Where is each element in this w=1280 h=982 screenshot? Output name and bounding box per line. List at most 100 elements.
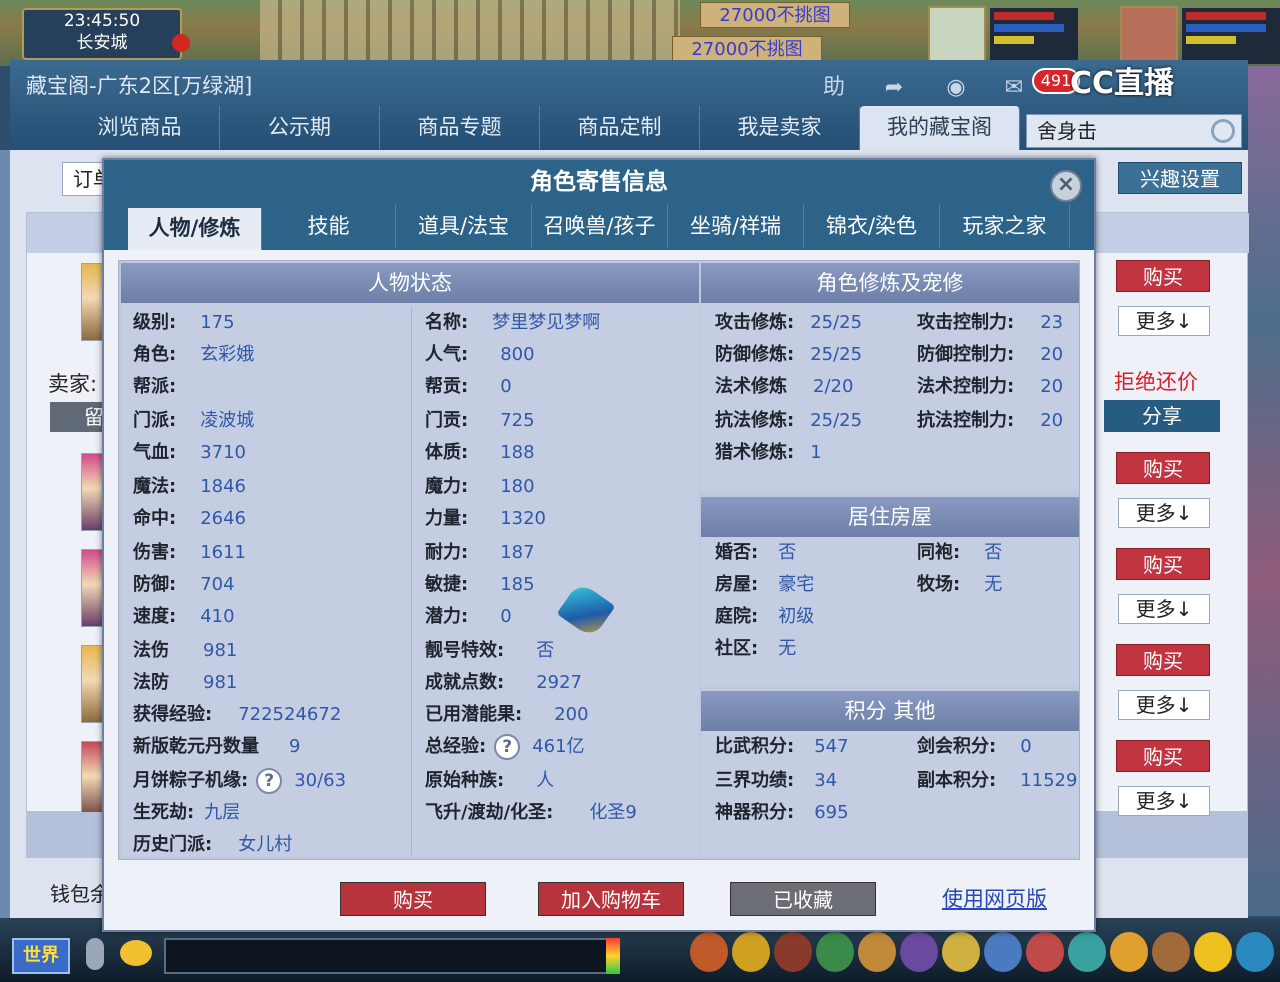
stat-value: 玄彩娥 bbox=[200, 344, 255, 365]
stat-value: 695 bbox=[814, 802, 849, 823]
world-channel-button[interactable]: 世界 bbox=[12, 938, 70, 974]
share-button[interactable]: 分享 bbox=[1104, 400, 1220, 432]
tab-summons[interactable]: 召唤兽/孩子 bbox=[532, 204, 668, 248]
game-right-background bbox=[1248, 66, 1280, 916]
system-icon[interactable] bbox=[1152, 932, 1190, 972]
skill-icon[interactable] bbox=[858, 932, 896, 972]
character-status-title: 人物状态 bbox=[121, 263, 699, 303]
chat-bubble-icon[interactable] bbox=[120, 940, 152, 966]
help-question-icon[interactable]: ? bbox=[494, 734, 521, 760]
close-icon[interactable]: × bbox=[1050, 170, 1082, 202]
microphone-icon[interactable] bbox=[86, 938, 104, 970]
nav-public-period[interactable]: 公示期 bbox=[220, 106, 380, 150]
dialog-tabs: 人物/修炼 技能 道具/法宝 召唤兽/孩子 坐骑/祥瑞 锦衣/染色 玩家之家 bbox=[104, 204, 1094, 250]
stat-row: 耐力: 187 bbox=[425, 537, 535, 569]
mail-icon[interactable] bbox=[1068, 932, 1106, 972]
message-icon[interactable]: ✉ bbox=[994, 70, 1034, 106]
column-divider bbox=[411, 307, 412, 855]
web-version-link[interactable]: 使用网页版 bbox=[942, 882, 1047, 916]
buy-button[interactable]: 购买 bbox=[1116, 548, 1210, 580]
stat-label: 庭院: bbox=[715, 606, 759, 627]
stat-row: 法伤 981 bbox=[133, 635, 237, 667]
more-button[interactable]: 更多↓ bbox=[1118, 690, 1210, 720]
tab-player-home[interactable]: 玩家之家 bbox=[940, 204, 1070, 248]
stat-value: 0 bbox=[500, 376, 512, 397]
store-title: 藏宝阁-广东2区[万绿湖] bbox=[26, 74, 253, 98]
tab-items[interactable]: 道具/法宝 bbox=[396, 204, 532, 248]
tab-character[interactable]: 人物/修炼 bbox=[128, 208, 262, 250]
sword-icon[interactable] bbox=[690, 932, 728, 972]
more-button[interactable]: 更多↓ bbox=[1118, 786, 1210, 816]
bag-icon[interactable] bbox=[732, 932, 770, 972]
share-arrow-icon[interactable]: ➦ bbox=[874, 70, 914, 106]
stat-label: 靓号特效: bbox=[425, 640, 505, 661]
add-to-cart-button[interactable]: 加入购物车 bbox=[538, 882, 684, 916]
help-button[interactable]: 助 bbox=[814, 70, 854, 106]
stat-row: 抗法控制力: 20 bbox=[917, 405, 1063, 437]
stat-value: 3710 bbox=[200, 442, 247, 463]
interest-settings-button[interactable]: 兴趣设置 bbox=[1118, 162, 1242, 194]
nav-browse[interactable]: 浏览商品 bbox=[60, 106, 220, 150]
guild-icon[interactable] bbox=[942, 932, 980, 972]
stat-row: 牧场: 无 bbox=[917, 569, 1002, 601]
stat-value: 9 bbox=[289, 736, 301, 757]
task-icon[interactable] bbox=[900, 932, 938, 972]
stat-label: 抗法控制力: bbox=[917, 410, 1015, 431]
stat-value: 175 bbox=[200, 312, 235, 333]
store-nav: 浏览商品 公示期 商品专题 商品定制 我是卖家 我的藏宝阁 bbox=[60, 106, 1020, 150]
stat-value: 547 bbox=[814, 736, 849, 757]
stat-value: 1611 bbox=[200, 542, 247, 563]
stat-row: 角色: 玄彩娥 bbox=[133, 339, 254, 371]
stat-value: 30/63 bbox=[294, 770, 347, 791]
stat-row: 法防 981 bbox=[133, 667, 237, 699]
buy-button[interactable]: 购买 bbox=[1116, 740, 1210, 772]
favorited-button[interactable]: 已收藏 bbox=[730, 882, 876, 916]
team-icon[interactable] bbox=[774, 932, 812, 972]
more-button[interactable]: 更多↓ bbox=[1118, 594, 1210, 624]
stat-value: 1 bbox=[810, 442, 822, 463]
more-button[interactable]: 更多↓ bbox=[1118, 306, 1210, 336]
stat-row: 攻击修炼: 25/25 bbox=[715, 307, 862, 339]
stat-label: 防御控制力: bbox=[917, 344, 1015, 365]
nav-custom[interactable]: 商品定制 bbox=[540, 106, 700, 150]
character-portrait[interactable] bbox=[1120, 6, 1178, 64]
stop-icon[interactable]: ◉ bbox=[936, 70, 976, 106]
tab-skills[interactable]: 技能 bbox=[262, 204, 396, 248]
stat-row: 魔力: 180 bbox=[425, 471, 535, 503]
pet-icon[interactable] bbox=[816, 932, 854, 972]
buy-button[interactable]: 购买 bbox=[340, 882, 486, 916]
nav-my-store[interactable]: 我的藏宝阁 bbox=[860, 106, 1020, 150]
friend-icon[interactable] bbox=[984, 932, 1022, 972]
store-header: 藏宝阁-广东2区[万绿湖] 助 ➦ ◉ ✉ 491 CC直播 浏览商品 公示期 … bbox=[10, 60, 1248, 150]
chat-input[interactable] bbox=[164, 938, 610, 974]
emote-icon[interactable] bbox=[1194, 932, 1232, 972]
stat-row: 同袍: 否 bbox=[917, 537, 1002, 569]
stat-value: 2/20 bbox=[813, 376, 854, 397]
tab-mounts[interactable]: 坐骑/祥瑞 bbox=[668, 204, 804, 248]
more-button[interactable]: 更多↓ bbox=[1118, 498, 1210, 528]
nav-seller[interactable]: 我是卖家 bbox=[700, 106, 860, 150]
search-icon[interactable] bbox=[1211, 119, 1235, 143]
stat-label: 人气: bbox=[425, 344, 469, 365]
stat-row: 总经验:? 461亿 bbox=[425, 731, 585, 763]
stat-row: 帮派: bbox=[133, 371, 200, 403]
nav-topics[interactable]: 商品专题 bbox=[380, 106, 540, 150]
search-input[interactable]: 舍身击 bbox=[1026, 114, 1242, 148]
buy-button[interactable]: 购买 bbox=[1116, 644, 1210, 676]
stat-row: 剑会积分: 0 bbox=[917, 731, 1032, 763]
stat-label: 牧场: bbox=[917, 574, 961, 595]
pet-portrait[interactable] bbox=[928, 6, 986, 64]
stream-logo: CC直播 bbox=[1070, 66, 1175, 101]
stat-row: 人气: 800 bbox=[425, 339, 535, 371]
seller-message-button[interactable]: 留 bbox=[50, 402, 110, 432]
stat-value: 九层 bbox=[204, 802, 241, 823]
buy-button[interactable]: 购买 bbox=[1116, 260, 1210, 292]
stat-label: 攻击控制力: bbox=[917, 312, 1015, 333]
shop-icon[interactable] bbox=[1026, 932, 1064, 972]
buy-button[interactable]: 购买 bbox=[1116, 452, 1210, 484]
stat-value: 豪宅 bbox=[778, 574, 815, 595]
help-question-icon[interactable]: ? bbox=[256, 768, 283, 794]
settings-icon[interactable] bbox=[1236, 932, 1274, 972]
tab-outfits[interactable]: 锦衣/染色 bbox=[804, 204, 940, 248]
gift-icon[interactable] bbox=[1110, 932, 1148, 972]
